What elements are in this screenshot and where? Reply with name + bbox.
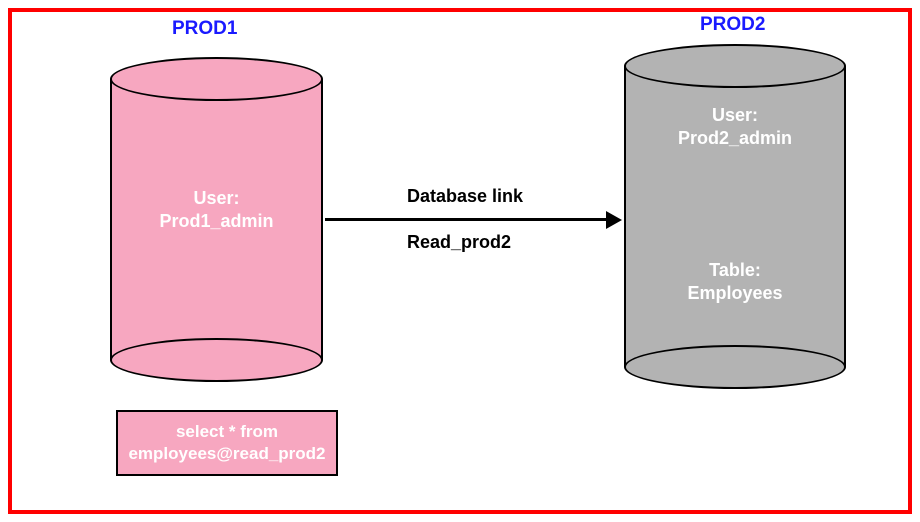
dblink-label-2: Read_prod2 bbox=[407, 232, 511, 253]
db1-cylinder: User: Prod1_admin bbox=[110, 57, 323, 382]
sql-query-box: select * from employees@read_prod2 bbox=[116, 410, 338, 476]
db2-user-block: User: Prod2_admin bbox=[624, 104, 846, 151]
db1-title: PROD1 bbox=[172, 18, 237, 40]
db2-cylinder: User: Prod2_admin Table: Employees bbox=[624, 44, 846, 389]
db2-table-block: Table: Employees bbox=[624, 259, 846, 306]
sql-line-2: employees@read_prod2 bbox=[128, 444, 325, 463]
db2-table-label: Table: bbox=[709, 260, 761, 280]
dblink-arrow-head bbox=[606, 211, 622, 229]
sql-line-1: select * from bbox=[176, 422, 278, 441]
dblink-label-1: Database link bbox=[407, 186, 523, 207]
db2-table-value: Employees bbox=[687, 283, 782, 303]
db1-user-block: User: Prod1_admin bbox=[110, 187, 323, 234]
db1-user-label: User: bbox=[193, 188, 239, 208]
diagram-frame: PROD1 PROD2 User: Prod1_admin User: Prod… bbox=[8, 8, 912, 514]
dblink-arrow-line bbox=[325, 218, 608, 221]
db1-user-value: Prod1_admin bbox=[159, 211, 273, 231]
db2-title: PROD2 bbox=[700, 14, 765, 36]
db2-user-value: Prod2_admin bbox=[678, 128, 792, 148]
db2-user-label: User: bbox=[712, 105, 758, 125]
